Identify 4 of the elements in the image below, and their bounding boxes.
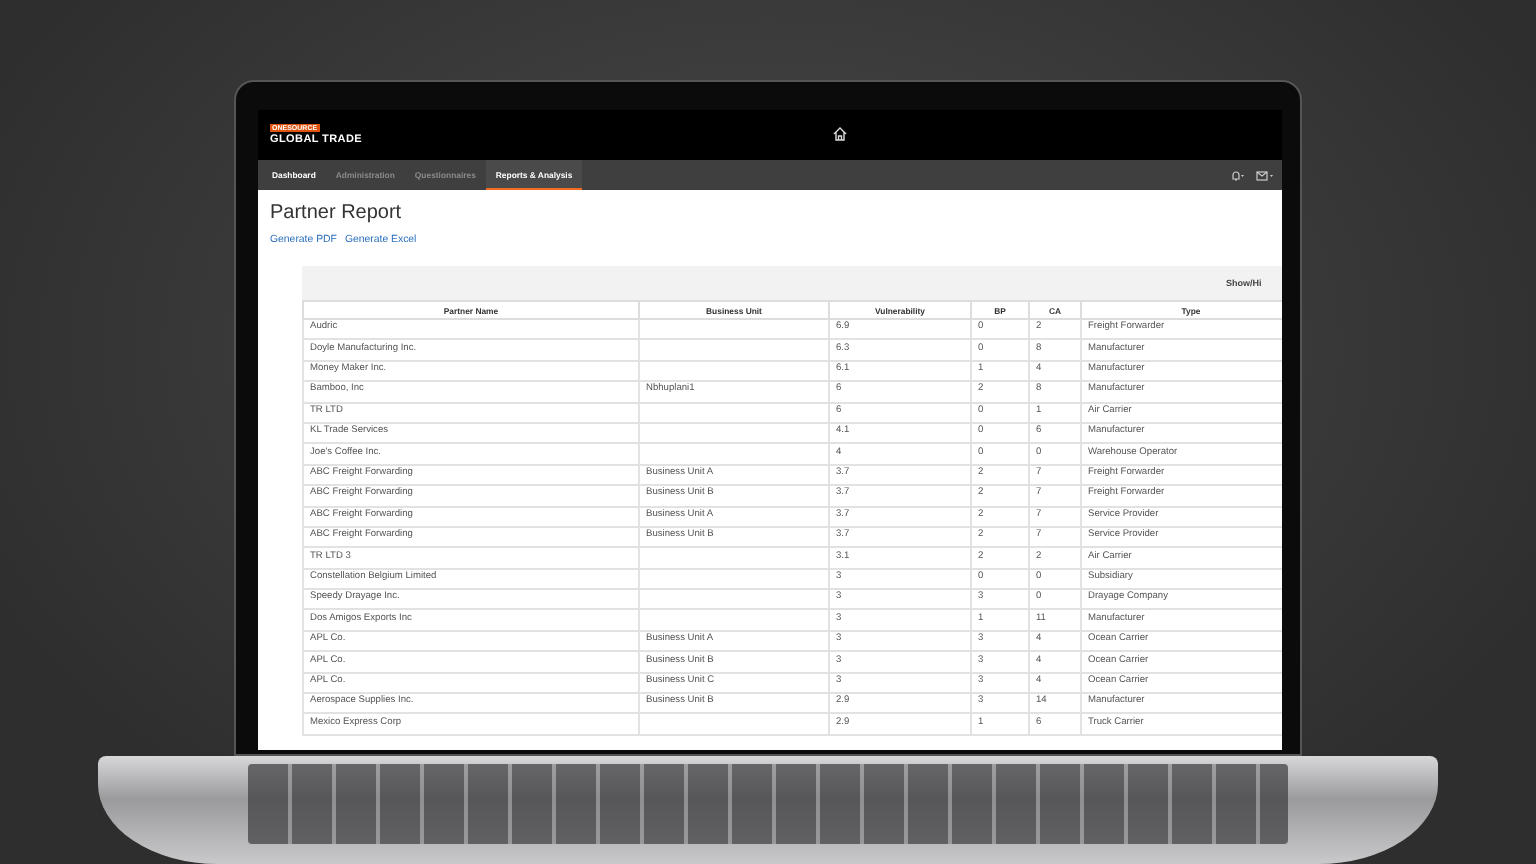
page-title: Partner Report bbox=[270, 202, 404, 224]
bell-icon[interactable] bbox=[1228, 169, 1244, 181]
mail-icon[interactable] bbox=[1256, 169, 1274, 181]
home-icon[interactable] bbox=[832, 126, 848, 142]
